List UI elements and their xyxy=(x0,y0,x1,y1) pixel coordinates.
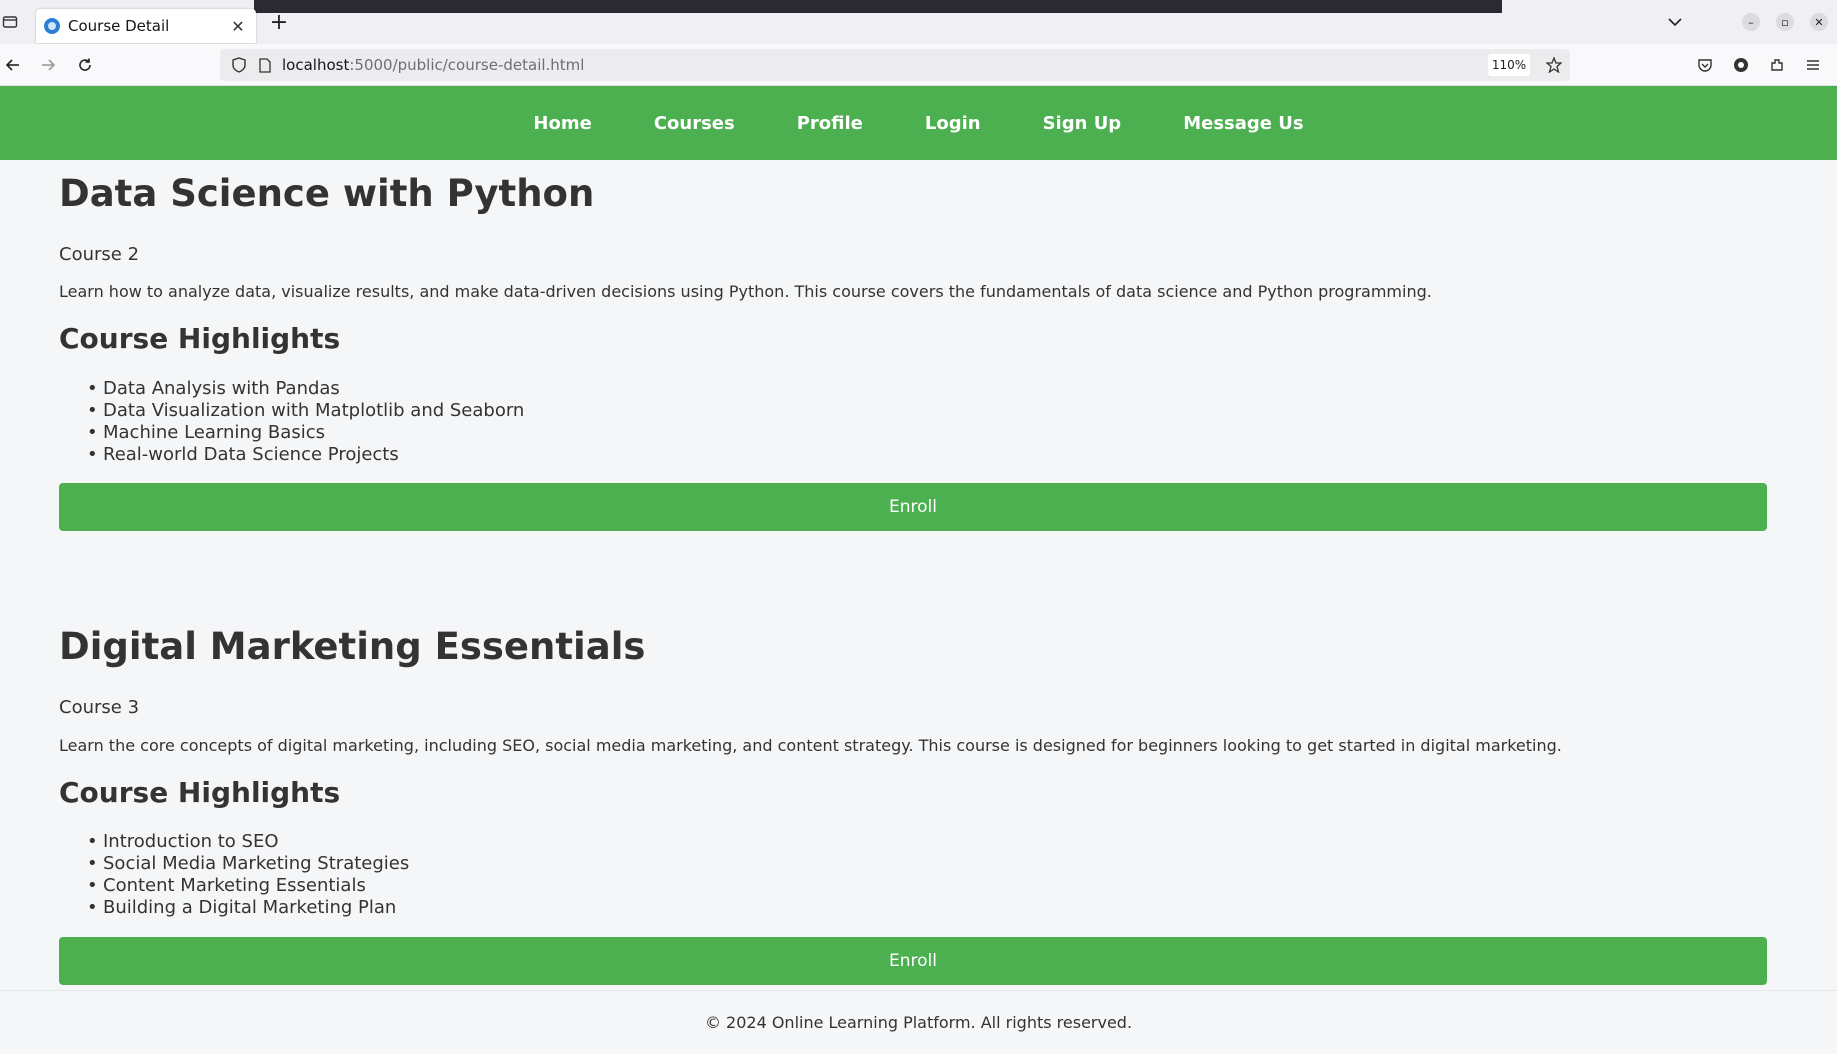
course-highlights-heading: Course Highlights xyxy=(59,322,341,355)
course-highlights-list: Introduction to SEO Social Media Marketi… xyxy=(75,831,409,919)
shield-icon[interactable] xyxy=(228,54,250,76)
tab-list-icon[interactable] xyxy=(0,12,20,32)
enroll-button[interactable]: Enroll xyxy=(59,937,1767,985)
course-number: Course 3 xyxy=(59,697,140,718)
browser-toolbar: localhost:5000/public/course-detail.html… xyxy=(0,44,1837,86)
highlight-item: Content Marketing Essentials xyxy=(87,875,409,897)
page-info-icon[interactable] xyxy=(254,54,276,76)
course-number: Course 2 xyxy=(59,244,140,265)
reload-icon[interactable] xyxy=(74,54,96,76)
page-footer: © 2024 Online Learning Platform. All rig… xyxy=(0,990,1837,1054)
highlight-item: Data Analysis with Pandas xyxy=(87,378,524,400)
close-tab-icon[interactable]: ✕ xyxy=(228,16,248,36)
highlight-item: Real-world Data Science Projects xyxy=(87,444,524,466)
restore-window-button[interactable]: ▫ xyxy=(1776,13,1794,31)
highlight-item: Building a Digital Marketing Plan xyxy=(87,897,409,919)
nav-link-login[interactable]: Login xyxy=(925,113,981,134)
close-window-button[interactable]: ✕ xyxy=(1810,13,1828,31)
nav-link-profile[interactable]: Profile xyxy=(797,113,863,134)
course-description: Learn how to analyze data, visualize res… xyxy=(59,282,1432,301)
course-title: Digital Marketing Essentials xyxy=(59,625,646,668)
tab-course-detail[interactable]: Course Detail ✕ xyxy=(36,9,256,43)
footer-copyright: © 2024 Online Learning Platform. All rig… xyxy=(704,1013,1133,1032)
nav-link-courses[interactable]: Courses xyxy=(654,113,735,134)
bookmark-star-icon[interactable] xyxy=(1543,54,1565,76)
globe-icon xyxy=(44,18,60,34)
extensions-icon[interactable] xyxy=(1766,54,1788,76)
url-path: :5000/public/course-detail.html xyxy=(349,56,585,74)
menu-icon[interactable] xyxy=(1802,54,1824,76)
nav-link-sign-up[interactable]: Sign Up xyxy=(1043,113,1122,134)
back-arrow-icon[interactable] xyxy=(2,54,24,76)
pocket-icon[interactable] xyxy=(1694,54,1716,76)
account-icon[interactable] xyxy=(1730,54,1752,76)
url-host: localhost xyxy=(282,56,350,74)
zoom-level-badge[interactable]: 110% xyxy=(1488,54,1530,76)
course-description: Learn the core concepts of digital marke… xyxy=(59,736,1562,755)
nav-link-message-us[interactable]: Message Us xyxy=(1183,113,1303,134)
tab-title: Course Detail xyxy=(68,17,170,35)
highlight-item: Machine Learning Basics xyxy=(87,422,524,444)
nav-link-home[interactable]: Home xyxy=(533,113,591,134)
new-tab-button[interactable]: + xyxy=(268,10,290,35)
course-highlights-list: Data Analysis with Pandas Data Visualiza… xyxy=(75,378,524,466)
course-highlights-heading: Course Highlights xyxy=(59,776,341,809)
browser-tab-bar: Course Detail ✕ + – ▫ ✕ xyxy=(0,0,1837,44)
taskbar-strip xyxy=(254,0,1502,13)
url-text: localhost:5000/public/course-detail.html xyxy=(282,56,584,74)
chevron-down-icon[interactable] xyxy=(1664,11,1686,33)
forward-arrow-icon[interactable] xyxy=(37,54,59,76)
minimize-window-button[interactable]: – xyxy=(1742,13,1760,31)
highlight-item: Data Visualization with Matplotlib and S… xyxy=(87,400,524,422)
highlight-item: Social Media Marketing Strategies xyxy=(87,853,409,875)
course-title: Data Science with Python xyxy=(59,172,595,215)
site-navigation: Home Courses Profile Login Sign Up Messa… xyxy=(0,86,1837,160)
address-bar[interactable]: localhost:5000/public/course-detail.html… xyxy=(220,49,1570,81)
enroll-button[interactable]: Enroll xyxy=(59,483,1767,531)
highlight-item: Introduction to SEO xyxy=(87,831,409,853)
